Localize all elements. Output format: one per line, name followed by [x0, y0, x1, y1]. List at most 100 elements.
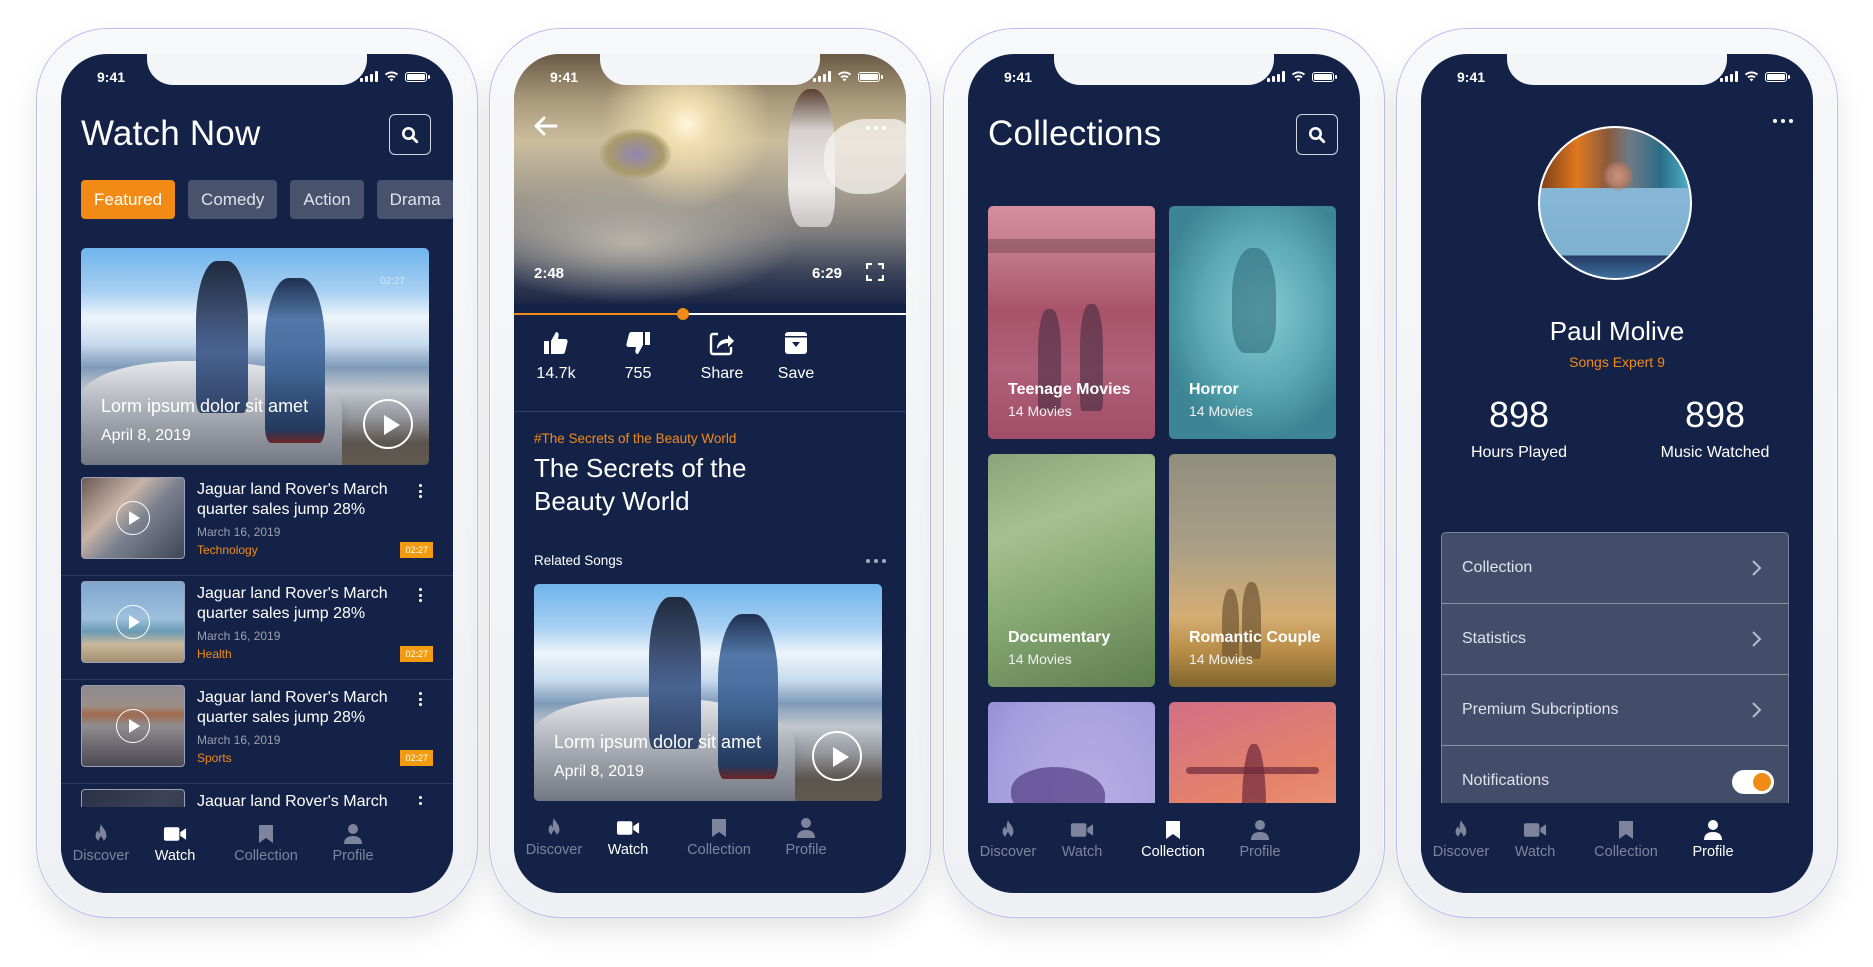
video-actions: 14.7k 755 Share Save [514, 330, 906, 412]
video-progress[interactable] [514, 308, 906, 320]
video-title: The Secrets of the Beauty World [534, 453, 747, 516]
notifications-toggle[interactable] [1732, 770, 1774, 794]
duration-badge: 02:27 [400, 646, 433, 662]
stat-hours-played: 898 Hours Played [1421, 394, 1617, 462]
list-item[interactable]: Jaguar land Rover's March quarter sales … [61, 680, 453, 784]
thumbs-up-icon [544, 332, 568, 354]
item-date: March 16, 2019 [197, 629, 281, 643]
search-button[interactable] [1296, 114, 1338, 155]
nav-profile[interactable]: Profile [761, 817, 851, 858]
more-horizontal-icon[interactable] [866, 559, 886, 563]
flame-icon [95, 824, 107, 843]
related-song-card[interactable]: Lorm ipsum dolor sit amet April 8, 2019 [534, 584, 882, 801]
like-count: 14.7k [536, 365, 576, 382]
chip-comedy[interactable]: Comedy [188, 180, 278, 219]
avatar[interactable] [1538, 126, 1692, 280]
more-vertical-icon[interactable] [419, 588, 423, 602]
play-icon [116, 709, 150, 743]
item-title: Jaguar land Rover's March quarter sales … [197, 585, 388, 622]
featured-video-card[interactable]: 02:27 Lorm ipsum dolor sit amet April 8,… [81, 248, 429, 465]
chip-drama[interactable]: Drama [376, 180, 453, 219]
collection-title: Horror [1189, 381, 1239, 398]
share-icon [709, 332, 734, 356]
phone-player: 9:41 2:48 6:29 14.7k 755 Share Save #The… [489, 28, 931, 918]
wifi-icon [1744, 71, 1759, 82]
more-horizontal-icon[interactable] [866, 126, 886, 130]
total-time: 6:29 [811, 265, 842, 282]
stat-label: Hours Played [1470, 444, 1568, 461]
item-date: March 16, 2019 [197, 525, 281, 539]
nav-watch[interactable]: Watch [583, 817, 673, 858]
collection-title: Romantic Couple [1189, 629, 1321, 646]
nav-watch[interactable]: Watch [130, 823, 220, 864]
screen-watch-now: 9:41 Watch Now Featured Comedy Action Dr… [61, 54, 453, 893]
more-vertical-icon[interactable] [419, 692, 423, 706]
bookmark-icon [1619, 821, 1633, 839]
nav-watch[interactable]: Watch [1037, 819, 1127, 860]
nav-profile[interactable]: Profile [308, 823, 398, 864]
duration-badge: 02:27 [400, 542, 433, 558]
flame-icon [1002, 820, 1014, 839]
more-vertical-icon[interactable] [419, 484, 423, 498]
collection-card-horror[interactable]: Horror 14 Movies [1169, 206, 1336, 439]
collection-title: Teenage Movies [1008, 381, 1131, 398]
collection-count: 14 Movies [1189, 403, 1253, 419]
category-chips: Featured Comedy Action Drama [81, 180, 453, 219]
settings-collection[interactable]: Collection [1442, 533, 1788, 604]
fullscreen-icon[interactable] [866, 263, 884, 281]
notch [600, 54, 820, 85]
item-date: March 16, 2019 [197, 733, 281, 747]
back-arrow-icon[interactable] [534, 116, 558, 136]
bookmark-icon [1166, 821, 1180, 839]
nav-profile[interactable]: Profile [1668, 819, 1758, 860]
duration-badge: 02:27 [400, 750, 433, 766]
progress-fill [514, 313, 683, 315]
status-time: 9:41 [1004, 69, 1033, 85]
search-button[interactable] [389, 114, 431, 155]
collection-card-teenage-movies[interactable]: Teenage Movies 14 Movies [988, 206, 1155, 439]
collection-card-romantic-couple[interactable]: Romantic Couple 14 Movies [1169, 454, 1336, 687]
like-button[interactable]: 14.7k [516, 330, 596, 383]
nav-collection[interactable]: Collection [674, 817, 764, 858]
dislike-button[interactable]: 755 [598, 330, 678, 383]
more-horizontal-icon[interactable] [1773, 119, 1793, 123]
stat-value: 898 [1488, 394, 1550, 435]
profile-name: Paul Molive [1549, 316, 1685, 346]
nav-watch[interactable]: Watch [1490, 819, 1580, 860]
save-label: Save [777, 365, 815, 382]
share-label: Share [700, 365, 744, 382]
wifi-icon [837, 71, 852, 82]
share-button[interactable]: Share [682, 330, 762, 383]
nav-collection[interactable]: Collection [221, 823, 311, 864]
item-category: Technology [197, 543, 258, 557]
status-time: 9:41 [550, 69, 579, 85]
settings-premium-subscriptions[interactable]: Premium Subcriptions [1442, 675, 1788, 746]
profile-level: Songs Expert 9 [1569, 354, 1665, 370]
chip-action[interactable]: Action [290, 180, 364, 219]
play-button[interactable] [363, 399, 413, 449]
save-button[interactable]: Save [756, 330, 836, 383]
item-title: Jaguar land Rover's March quarter sales … [197, 481, 388, 518]
video-hashtag[interactable]: #The Secrets of the Beauty World [534, 431, 736, 446]
stat-music-watched: 898 Music Watched [1617, 394, 1813, 462]
user-icon [1251, 820, 1269, 840]
progress-handle[interactable] [676, 308, 689, 320]
nav-collection[interactable]: Collection [1581, 819, 1671, 860]
play-button[interactable] [812, 731, 862, 781]
nav-collection[interactable]: Collection [1128, 819, 1218, 860]
bottom-nav: Discover Watch Collection Profile [61, 807, 453, 893]
nav-profile[interactable]: Profile [1215, 819, 1305, 860]
collection-count: 14 Movies [1189, 651, 1253, 667]
chevron-right-icon [1752, 702, 1762, 718]
settings-statistics[interactable]: Statistics [1442, 604, 1788, 675]
page-title: Collections [988, 114, 1162, 153]
list-item[interactable]: Jaguar land Rover's March quarter sales … [61, 576, 453, 680]
battery-icon [405, 71, 430, 82]
status-time: 9:41 [97, 69, 126, 85]
search-icon [402, 126, 419, 143]
list-item[interactable]: Jaguar land Rover's March quarter sales … [61, 472, 453, 576]
wifi-icon [384, 71, 399, 82]
chip-featured[interactable]: Featured [81, 180, 176, 219]
collection-card-documentary[interactable]: Documentary 14 Movies [988, 454, 1155, 687]
battery-icon [858, 71, 883, 82]
